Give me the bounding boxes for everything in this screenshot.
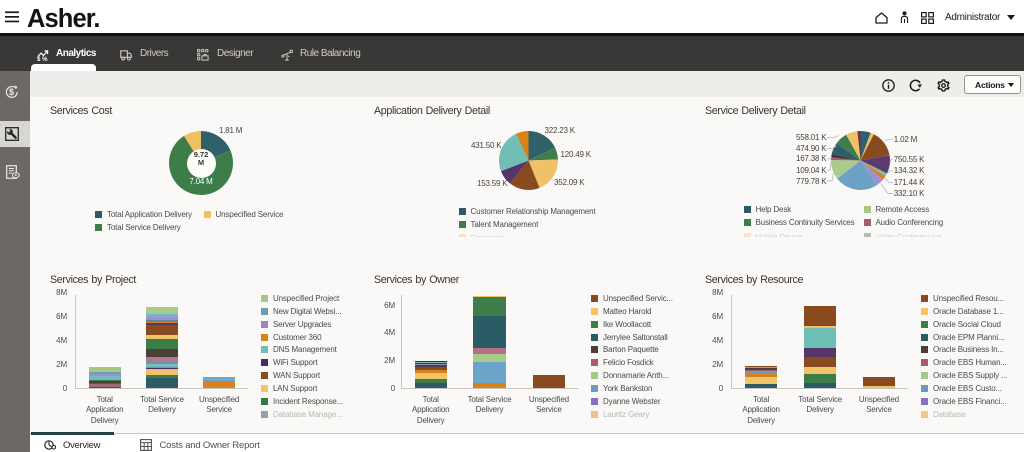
svg-text:$: $ (9, 87, 14, 97)
svg-text:$: $ (37, 57, 41, 61)
svg-text:%: % (42, 57, 48, 61)
